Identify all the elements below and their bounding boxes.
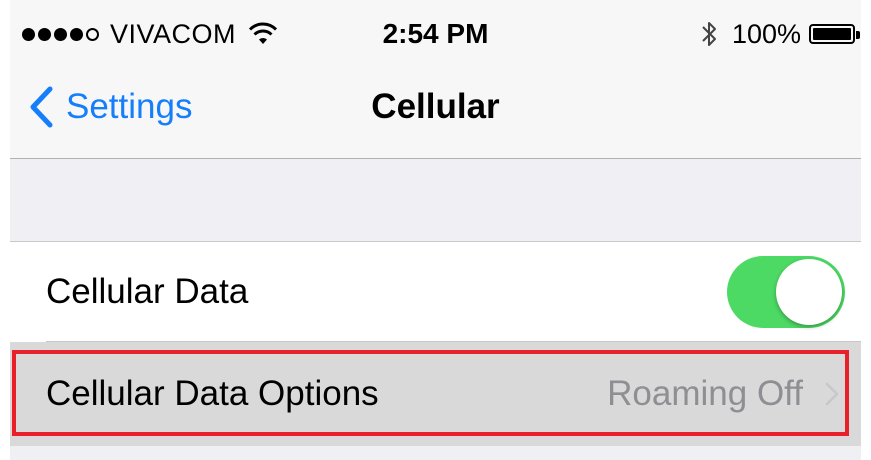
status-bar-right: 100% xyxy=(700,16,860,52)
cellular-data-label: Cellular Data xyxy=(46,272,249,311)
highlight-box xyxy=(12,350,849,436)
cellular-data-toggle[interactable] xyxy=(727,256,845,328)
group-spacer xyxy=(10,159,861,242)
bluetooth-icon xyxy=(702,22,716,46)
battery-percent: 100% xyxy=(731,18,801,49)
battery-tip xyxy=(856,31,860,39)
navigation-bar: Settings Cellular xyxy=(10,70,861,159)
page-title: Cellular xyxy=(371,87,500,126)
battery-fill xyxy=(813,28,851,40)
cellular-data-cell: Cellular Data xyxy=(10,242,861,342)
battery-icon xyxy=(809,24,860,44)
status-bar: VIVACOM 2:54 PM 100% xyxy=(10,0,861,70)
toggle-knob xyxy=(776,259,842,325)
bottom-background xyxy=(10,446,861,460)
